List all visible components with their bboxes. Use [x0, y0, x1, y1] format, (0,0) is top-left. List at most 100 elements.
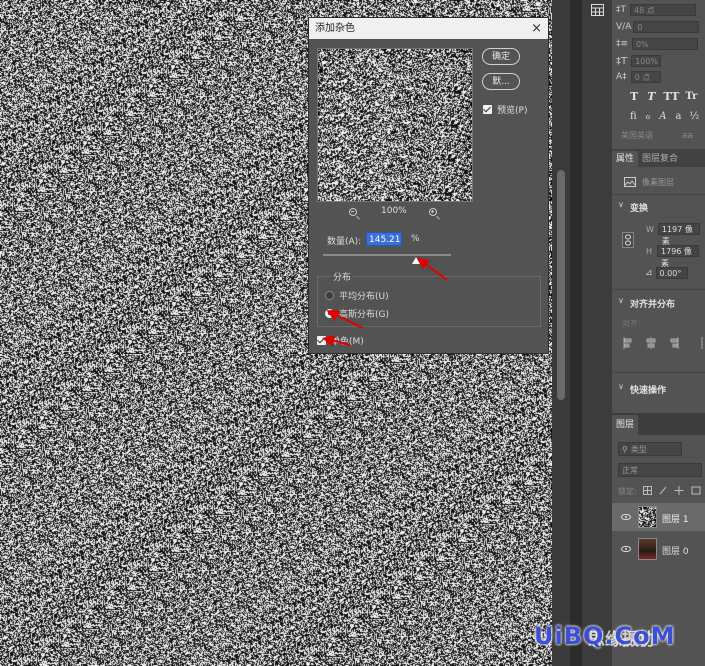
ligature-icon[interactable]: ﬁ: [630, 111, 637, 122]
italic-button[interactable]: T: [647, 90, 655, 103]
monochromatic-label: 单色(M): [331, 337, 364, 347]
preview-checkbox[interactable]: [483, 105, 492, 114]
layer-row-0[interactable]: 图层 0: [612, 535, 705, 563]
layer-name[interactable]: 图层 0: [662, 544, 689, 557]
scrollbar-thumb[interactable]: [557, 170, 565, 400]
allcaps-button[interactable]: TT: [663, 90, 679, 103]
add-noise-dialog: 添加杂色 × 确定 默... 预览(P) 100% 数量(A): 145.21 …: [308, 17, 549, 354]
height-row: H 1796 像素: [612, 243, 705, 268]
blend-mode-select[interactable]: 正常: [618, 463, 702, 477]
align-sub-label: 对齐:: [622, 319, 641, 328]
layer-row-1[interactable]: 图层 1: [612, 503, 705, 531]
divider: [612, 289, 705, 290]
amount-input[interactable]: 145.21: [366, 232, 402, 246]
leading-field[interactable]: 48 点: [630, 4, 696, 16]
ordinal-icon[interactable]: a: [676, 111, 682, 122]
leading-row: ‡T 48 点: [612, 2, 705, 18]
scale-row: ‡≡ 0%: [612, 36, 705, 52]
bold-button[interactable]: T: [630, 90, 638, 103]
divider: [612, 194, 705, 195]
layer-filter-label: 类型: [630, 444, 647, 454]
preview-label: 预览(P): [497, 106, 528, 116]
angle-field[interactable]: 0.00°: [655, 267, 688, 279]
h-label: H: [646, 246, 653, 256]
lock-buttons-icon[interactable]: [642, 486, 703, 496]
canvas-scrollbar[interactable]: [552, 0, 570, 666]
width-field[interactable]: 1197 像素: [657, 223, 700, 246]
zoom-out-icon[interactable]: [349, 208, 357, 216]
gaussian-label[interactable]: 高斯分布(G): [339, 307, 389, 320]
layer-type-row: 像素图层: [612, 174, 705, 190]
baseline-field[interactable]: 0 点: [630, 71, 661, 83]
quick-actions-header: 快速操作: [630, 386, 667, 396]
chevron-down-icon[interactable]: ∨: [618, 296, 624, 305]
fraction-icon[interactable]: ½: [690, 111, 700, 122]
uniform-radio[interactable]: [325, 291, 334, 300]
blend-mode-row: 正常: [612, 462, 705, 478]
chevron-down-icon[interactable]: ∨: [618, 382, 624, 391]
vscale-field[interactable]: 100%: [631, 55, 662, 67]
scale-icon: ‡≡: [616, 39, 629, 49]
swash-icon[interactable]: A: [659, 111, 666, 122]
tracking-icon: V/A: [616, 22, 632, 32]
right-panels: ‡T 48 点 V/A 0 ‡≡ 0% ‡T 100% A‡ 0 点 T T T…: [612, 0, 705, 666]
tracking-field[interactable]: 0: [633, 21, 700, 33]
tab-layers[interactable]: 图层: [612, 415, 639, 435]
distribution-label: 分布: [331, 270, 354, 283]
angle-icon: ⊿: [645, 268, 653, 278]
vscale-icon: ‡T: [616, 55, 628, 67]
chevron-down-icon[interactable]: ∨: [618, 200, 624, 209]
eye-icon[interactable]: [621, 546, 631, 552]
watermark: UiBQ.CoM: [534, 622, 676, 650]
amount-slider[interactable]: [323, 254, 451, 256]
antialias-label: aa: [682, 131, 694, 141]
opentype-buttons: ﬁ ℴ A a ½: [612, 108, 705, 124]
tab-properties[interactable]: 属性: [612, 151, 639, 167]
align-header: 对齐并分布: [630, 300, 676, 310]
dialog-title-bar[interactable]: 添加杂色 ×: [309, 18, 548, 39]
eye-icon[interactable]: [621, 514, 631, 520]
baseline-icon: A‡: [616, 72, 627, 82]
zoom-in-icon[interactable]: [429, 208, 437, 216]
amount-slider-thumb[interactable]: [412, 257, 420, 264]
panel-icon-column: [582, 0, 613, 666]
layer-name[interactable]: 图层 1: [662, 512, 689, 525]
close-icon[interactable]: ×: [531, 18, 542, 39]
angle-row: ⊿ 0.00°: [612, 265, 705, 281]
ok-button[interactable]: 确定: [482, 48, 520, 65]
oldstyle-icon[interactable]: ℴ: [646, 111, 651, 122]
layers-tab-bar: 图层: [612, 413, 705, 435]
style-buttons: T T TT Tr: [612, 88, 705, 104]
layer-filter-select[interactable]: ⚲ 类型: [618, 442, 682, 456]
properties-tab-bar: 属性 图层复合: [612, 149, 705, 167]
amount-unit: %: [411, 234, 420, 244]
lock-row: 锁定:: [612, 483, 705, 499]
divider: [612, 372, 705, 373]
layer-type-label: 像素图层: [642, 177, 674, 187]
tracking-row: V/A 0: [612, 19, 705, 35]
filter-preview[interactable]: [317, 48, 473, 202]
default-button[interactable]: 默...: [482, 73, 520, 90]
smallcaps-button[interactable]: Tr: [685, 91, 697, 102]
tab-layer-comps[interactable]: 图层复合: [638, 151, 682, 167]
baseline-row: A‡ 0 点: [612, 69, 705, 85]
panel-divider: [570, 0, 582, 666]
grid-icon[interactable]: [591, 4, 604, 16]
align-buttons-icon[interactable]: [622, 336, 705, 350]
gaussian-radio[interactable]: [325, 309, 334, 318]
lock-label: 锁定:: [618, 486, 637, 496]
language-select[interactable]: 美国英语: [618, 130, 668, 142]
amount-label: 数量(A):: [327, 237, 362, 247]
scale-field[interactable]: 0%: [632, 38, 699, 50]
zoom-level: 100%: [381, 206, 407, 216]
search-icon: ⚲: [622, 444, 628, 454]
leading-icon: ‡T: [616, 5, 626, 15]
dialog-title: 添加杂色: [315, 23, 355, 34]
uniform-label[interactable]: 平均分布(U): [339, 289, 389, 302]
layer-filter-row: ⚲ 类型: [612, 441, 705, 457]
monochromatic-checkbox[interactable]: [317, 336, 326, 345]
w-label: W: [646, 224, 654, 234]
layer-thumbnail: [638, 506, 657, 528]
pixel-layer-icon: [624, 177, 636, 187]
height-field[interactable]: 1796 像素: [657, 245, 700, 268]
